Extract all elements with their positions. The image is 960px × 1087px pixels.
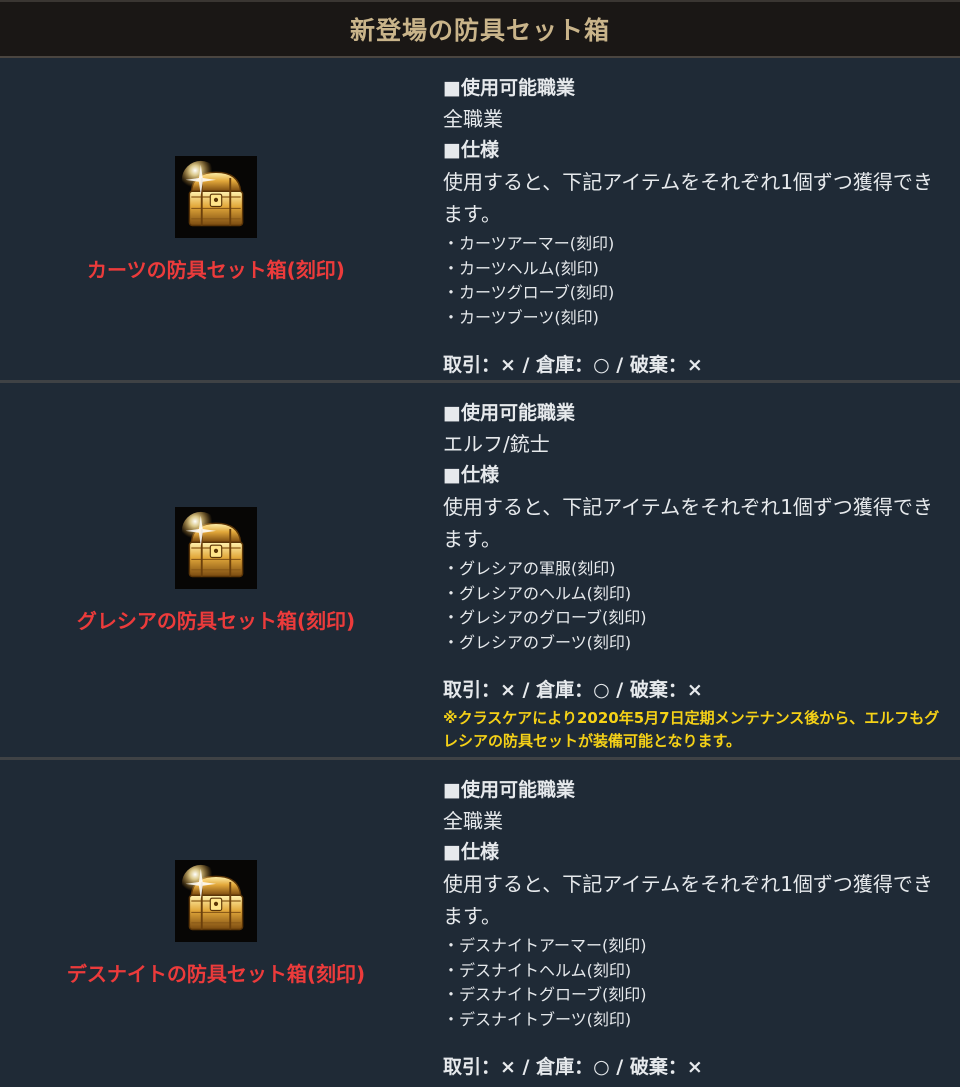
item-cell: グレシアの防具セット箱(刻印)	[0, 383, 432, 757]
list-item: ・デスナイトブーツ(刻印)	[443, 1009, 632, 1029]
list-item: ・デスナイトヘルム(刻印)	[443, 960, 632, 980]
treasure-chest-icon	[175, 506, 257, 589]
item-name: デスナイトの防具セット箱(刻印)	[66, 962, 366, 986]
item-details: ■使用可能職業 エルフ/銃士 ■仕様 使用すると、下記アイテムをそれぞれ1個ずつ…	[443, 398, 946, 753]
list-item: ・デスナイトアーマー(刻印)	[443, 936, 647, 955]
list-item: ・グレシアのブーツ(刻印)	[443, 632, 632, 652]
treasure-chest-icon	[175, 860, 257, 942]
list-item: ・カーツヘルム(刻印)	[443, 258, 599, 278]
spec-description: 使用すると、下記アイテムをそれぞれ1個ずつ獲得できます。	[443, 170, 933, 226]
job-heading: ■使用可能職業	[443, 77, 575, 99]
item-details: ■使用可能職業 全職業 ■仕様 使用すると、下記アイテムをそれぞれ1個ずつ獲得で…	[443, 775, 946, 1080]
item-list: ・グレシアの軍服(刻印) ・グレシアのヘルム(刻印) ・グレシアのグローブ(刻印…	[443, 557, 946, 655]
job-text: 全職業	[443, 809, 503, 833]
item-row-deathknight: デスナイトの防具セット箱(刻印) ■使用可能職業 全職業 ■仕様 使用すると、下…	[0, 760, 960, 1087]
list-item: ・カーツグローブ(刻印)	[443, 283, 615, 302]
list-item: ・グレシアの軍服(刻印)	[443, 559, 616, 578]
treasure-chest-icon	[175, 155, 257, 238]
item-cell: デスナイトの防具セット箱(刻印)	[0, 760, 432, 1087]
item-name: カーツの防具セット箱(刻印)	[87, 257, 345, 282]
job-heading: ■使用可能職業	[443, 402, 575, 424]
spec-description: 使用すると、下記アイテムをそれぞれ1個ずつ獲得できます。	[443, 495, 933, 551]
spec-description: 使用すると、下記アイテムをそれぞれ1個ずつ獲得できます。	[443, 872, 933, 928]
list-item: ・カーツアーマー(刻印)	[443, 234, 615, 253]
list-item: ・デスナイトグローブ(刻印)	[443, 985, 647, 1004]
list-item: ・カーツブーツ(刻印)	[443, 307, 599, 327]
item-row-kurz: カーツの防具セット箱(刻印) ■使用可能職業 全職業 ■仕様 使用すると、下記ア…	[0, 58, 960, 383]
item-name: グレシアの防具セット箱(刻印)	[76, 608, 356, 633]
list-item: ・グレシアのヘルム(刻印)	[443, 583, 632, 603]
trade-info: 取引：× / 倉庫：○ / 破棄：×	[443, 679, 703, 701]
item-details: ■使用可能職業 全職業 ■仕様 使用すると、下記アイテムをそれぞれ1個ずつ獲得で…	[443, 73, 946, 378]
list-item: ・グレシアのグローブ(刻印)	[443, 608, 647, 627]
item-cell: カーツの防具セット箱(刻印)	[0, 58, 432, 380]
spec-heading: ■仕様	[443, 139, 499, 161]
notice-text: ※クラスケアにより2020年5月7日定期メンテナンス後から、エルフもグレシアの防…	[443, 709, 940, 750]
trade-info: 取引：× / 倉庫：○ / 破棄：×	[443, 354, 703, 376]
job-text: エルフ/銃士	[443, 432, 550, 456]
spec-heading: ■仕様	[443, 841, 499, 863]
trade-info: 取引：× / 倉庫：○ / 破棄：×	[443, 1056, 703, 1078]
page-header: 新登場の防具セット箱	[0, 0, 960, 58]
spec-heading: ■仕様	[443, 464, 499, 486]
item-list: ・デスナイトアーマー(刻印) ・デスナイトヘルム(刻印) ・デスナイトグローブ(…	[443, 934, 946, 1032]
page-title: 新登場の防具セット箱	[349, 16, 610, 45]
job-text: 全職業	[443, 107, 503, 131]
item-row-glacia: グレシアの防具セット箱(刻印) ■使用可能職業 エルフ/銃士 ■仕様 使用すると…	[0, 383, 960, 760]
job-heading: ■使用可能職業	[443, 779, 575, 801]
item-list: ・カーツアーマー(刻印) ・カーツヘルム(刻印) ・カーツグローブ(刻印) ・カ…	[443, 232, 946, 330]
